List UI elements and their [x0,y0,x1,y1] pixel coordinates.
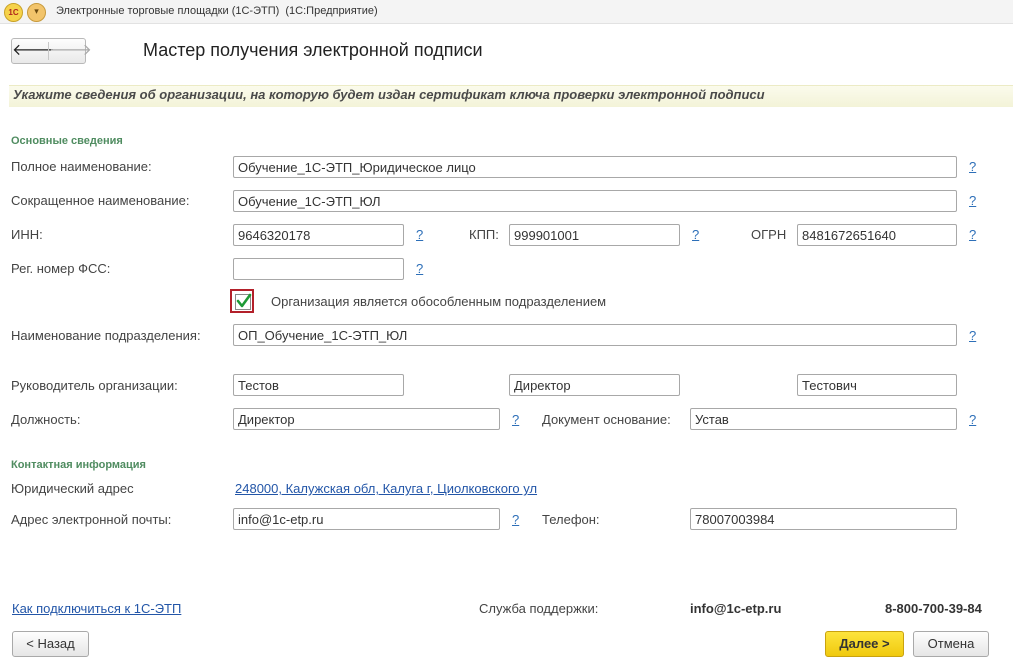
support-email: info@1c-etp.ru [690,601,782,616]
fss-help-link[interactable]: ? [416,261,423,276]
chevron-down-icon: ▾ [34,6,39,16]
email-help-link[interactable]: ? [512,512,519,527]
ogrn-field[interactable]: 8481672651640 [797,224,957,246]
nav-buttons: 🡐 🡒 [11,38,92,64]
section-contacts-title: Контактная информация [11,459,146,471]
basis-doc-field[interactable]: Устав [690,408,957,430]
kpp-label: КПП: [469,227,499,242]
support-phone: 8-800-700-39-84 [885,601,982,616]
short-name-field[interactable]: Обучение_1С-ЭТП_ЮЛ [233,190,957,212]
back-button[interactable]: < Назад [12,631,89,657]
info-banner-text: Укажите сведения об организации, на кото… [13,87,765,102]
legal-address-label: Юридический адрес [11,481,134,496]
inn-help-link[interactable]: ? [416,227,423,242]
head-first-name-field[interactable]: Директор [509,374,680,396]
basis-doc-label: Документ основание: [542,412,671,427]
head-patronymic-field[interactable]: Тестович [797,374,957,396]
kpp-help-link[interactable]: ? [692,227,699,242]
position-label: Должность: [11,412,81,427]
page-title: Мастер получения электронной подписи [143,40,483,60]
cancel-button[interactable]: Отмена [913,631,989,657]
division-name-help-link[interactable]: ? [969,328,976,343]
phone-label: Телефон: [542,512,600,527]
position-field[interactable]: Директор [233,408,500,430]
phone-field[interactable]: 78007003984 [690,508,957,530]
division-name-field[interactable]: ОП_Обучение_1С-ЭТП_ЮЛ [233,324,957,346]
head-label: Руководитель организации: [11,378,178,393]
email-label: Адрес электронной почты: [11,512,172,527]
section-basic-title: Основные сведения [11,135,123,147]
separate-unit-checkbox[interactable] [230,289,254,313]
short-name-help-link[interactable]: ? [969,193,976,208]
connect-help-link[interactable]: Как подключиться к 1С-ЭТП [12,601,181,616]
forward-nav-button[interactable]: 🡒 [49,39,92,63]
next-button[interactable]: Далее > [825,631,904,657]
main-menu-button[interactable]: ▾ [27,3,46,22]
division-name-label: Наименование подразделения: [11,328,201,343]
app-logo: 1С [4,3,23,22]
basis-doc-help-link[interactable]: ? [969,412,976,427]
inn-label: ИНН: [11,227,43,242]
email-field[interactable]: info@1c-etp.ru [233,508,500,530]
position-help-link[interactable]: ? [512,412,519,427]
inn-field[interactable]: 9646320178 [233,224,404,246]
window-title: Электронные торговые площадки (1С-ЭТП) (… [56,5,378,17]
head-last-name-field[interactable]: Тестов [233,374,404,396]
support-label: Служба поддержки: [479,601,599,616]
ogrn-label: ОГРН [751,227,787,242]
separate-unit-label[interactable]: Организация является обособленным подраз… [271,294,606,309]
arrow-right-icon: 🡒 [49,42,92,59]
kpp-field[interactable]: 999901001 [509,224,680,246]
checkmark-icon [236,293,252,308]
full-name-label: Полное наименование: [11,159,152,174]
full-name-field[interactable]: Обучение_1С-ЭТП_Юридическое лицо [233,156,957,178]
short-name-label: Сокращенное наименование: [11,193,190,208]
back-nav-button[interactable]: 🡐 [12,39,55,63]
fss-label: Рег. номер ФСС: [11,261,111,276]
full-name-help-link[interactable]: ? [969,159,976,174]
ogrn-help-link[interactable]: ? [969,227,976,242]
legal-address-link[interactable]: 248000, Калужская обл, Калуга г, Циолков… [235,481,537,496]
fss-field[interactable] [233,258,404,280]
